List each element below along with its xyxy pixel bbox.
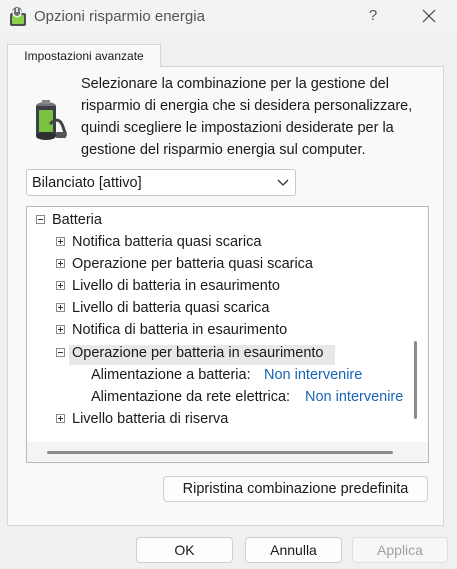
tree-node-label: Operazione per batteria quasi scarica	[72, 256, 313, 272]
tree-node-item[interactable]: Livello di batteria quasi scarica	[27, 297, 417, 319]
tree-node-label: Operazione per batteria in esaurimento	[72, 345, 324, 361]
plan-select-value: Bilanciato [attivo]	[32, 175, 142, 191]
setting-row-plugged[interactable]: Alimentazione da rete elettrica: Non int…	[27, 386, 417, 408]
collapse-icon[interactable]	[56, 348, 65, 357]
tab-advanced-settings[interactable]: Impostazioni avanzate	[7, 44, 161, 67]
tree-node-item[interactable]: Notifica di batteria in esaurimento	[27, 319, 417, 341]
setting-label: Alimentazione a batteria:	[91, 367, 251, 383]
tree-node-item[interactable]: Livello batteria di riserva	[27, 408, 417, 430]
expand-icon[interactable]	[56, 259, 65, 268]
tree-node-batteria[interactable]: Batteria	[27, 209, 417, 231]
collapse-icon[interactable]	[36, 215, 45, 224]
setting-row-battery[interactable]: Alimentazione a batteria: Non intervenir…	[27, 364, 417, 386]
chevron-down-icon	[277, 179, 289, 186]
horizontal-scrollbar-thumb[interactable]	[47, 451, 393, 454]
expand-icon[interactable]	[56, 325, 65, 334]
apply-button[interactable]: Applica	[352, 537, 448, 563]
title-bar: Opzioni risparmio energia ?	[0, 0, 457, 33]
expand-icon[interactable]	[56, 281, 65, 290]
window-title: Opzioni risparmio energia	[34, 8, 205, 25]
expand-icon[interactable]	[56, 414, 65, 423]
vertical-scrollbar-thumb[interactable]	[414, 341, 417, 419]
description-text: Selezionare la combinazione per la gesti…	[81, 76, 413, 158]
setting-value-link[interactable]: Non intervenire	[305, 386, 403, 408]
help-button[interactable]: ?	[360, 5, 386, 27]
restore-defaults-button[interactable]: Ripristina combinazione predefinita	[163, 476, 428, 502]
expand-icon[interactable]	[56, 237, 65, 246]
tree-node-item[interactable]: Notifica batteria quasi scarica	[27, 231, 417, 253]
settings-tree[interactable]: Batteria Notifica batteria quasi scarica…	[26, 206, 429, 463]
tree-node-label: Notifica batteria quasi scarica	[72, 234, 262, 250]
expand-icon[interactable]	[56, 303, 65, 312]
horizontal-scrollbar[interactable]	[27, 442, 428, 462]
tree-node-label: Livello di batteria in esaurimento	[72, 278, 280, 294]
cancel-button[interactable]: Annulla	[245, 537, 342, 563]
tree-node-label: Batteria	[52, 212, 102, 228]
setting-value-link[interactable]: Non intervenire	[264, 364, 362, 386]
tree-node-item[interactable]: Operazione per batteria quasi scarica	[27, 253, 417, 275]
tree-node-label: Notifica di batteria in esaurimento	[72, 322, 288, 338]
setting-label: Alimentazione da rete elettrica:	[91, 389, 291, 405]
tree-node-item-selected[interactable]: Operazione per batteria in esaurimento	[27, 342, 417, 364]
close-button[interactable]	[416, 5, 442, 27]
battery-icon	[36, 100, 67, 140]
ok-button[interactable]: OK	[136, 537, 233, 563]
close-icon	[422, 9, 436, 23]
tree-node-item[interactable]: Livello di batteria in esaurimento	[27, 275, 417, 297]
tree-node-label: Livello batteria di riserva	[72, 411, 229, 427]
tree-node-label: Livello di batteria quasi scarica	[72, 300, 270, 316]
power-options-icon	[10, 7, 26, 26]
plan-select[interactable]: Bilanciato [attivo]	[26, 169, 296, 196]
